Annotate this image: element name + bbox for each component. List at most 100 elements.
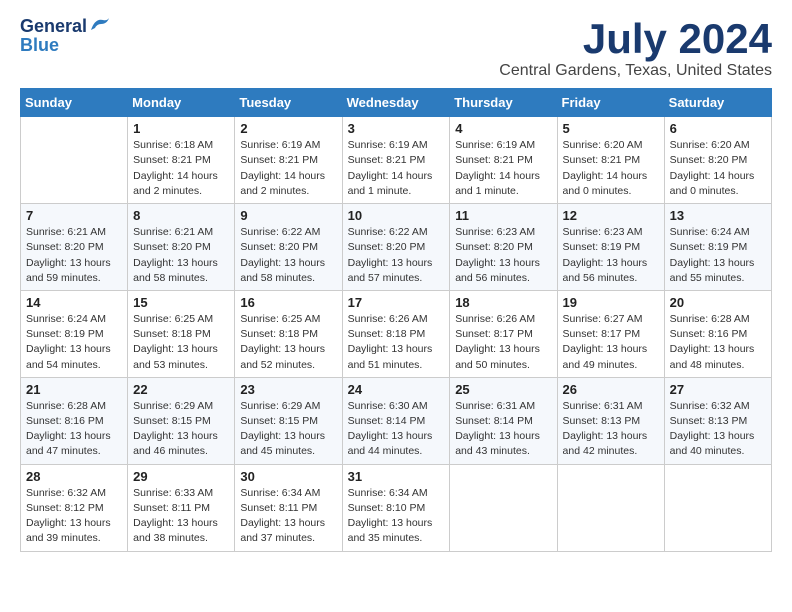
calendar-table: SundayMondayTuesdayWednesdayThursdayFrid…	[20, 88, 772, 551]
day-info: Sunrise: 6:34 AMSunset: 8:10 PMDaylight:…	[348, 486, 445, 547]
day-number: 20	[670, 295, 766, 310]
logo-line1: General	[20, 16, 111, 36]
day-number: 10	[348, 208, 445, 223]
day-number: 31	[348, 469, 445, 484]
calendar-cell: 29Sunrise: 6:33 AMSunset: 8:11 PMDayligh…	[128, 464, 235, 551]
day-info: Sunrise: 6:20 AMSunset: 8:21 PMDaylight:…	[563, 138, 659, 199]
day-info: Sunrise: 6:32 AMSunset: 8:13 PMDaylight:…	[670, 399, 766, 460]
day-info: Sunrise: 6:19 AMSunset: 8:21 PMDaylight:…	[348, 138, 445, 199]
day-number: 28	[26, 469, 122, 484]
month-year-title: July 2024	[499, 16, 772, 62]
day-info: Sunrise: 6:24 AMSunset: 8:19 PMDaylight:…	[670, 225, 766, 286]
day-info: Sunrise: 6:23 AMSunset: 8:19 PMDaylight:…	[563, 225, 659, 286]
title-block: July 2024 Central Gardens, Texas, United…	[499, 16, 772, 80]
calendar-cell	[664, 464, 771, 551]
day-number: 23	[240, 382, 336, 397]
day-number: 17	[348, 295, 445, 310]
day-number: 25	[455, 382, 551, 397]
day-number: 14	[26, 295, 122, 310]
day-number: 6	[670, 121, 766, 136]
day-number: 16	[240, 295, 336, 310]
day-info: Sunrise: 6:22 AMSunset: 8:20 PMDaylight:…	[240, 225, 336, 286]
day-info: Sunrise: 6:23 AMSunset: 8:20 PMDaylight:…	[455, 225, 551, 286]
calendar-cell: 19 Sunrise: 6:27 AMSunset: 8:17 PMDayligh…	[557, 290, 664, 377]
calendar-cell: 3 Sunrise: 6:19 AMSunset: 8:21 PMDaylight…	[342, 117, 450, 204]
day-number: 9	[240, 208, 336, 223]
calendar-cell: 1Sunrise: 6:18 AMSunset: 8:21 PMDaylight…	[128, 117, 235, 204]
day-number: 7	[26, 208, 122, 223]
day-number: 11	[455, 208, 551, 223]
calendar-cell	[557, 464, 664, 551]
calendar-cell: 8 Sunrise: 6:21 AMSunset: 8:20 PMDaylight…	[128, 204, 235, 291]
day-number: 1	[133, 121, 229, 136]
calendar-week-row: 14 Sunrise: 6:24 AMSunset: 8:19 PMDayligh…	[21, 290, 772, 377]
calendar-cell: 10 Sunrise: 6:22 AMSunset: 8:20 PMDayligh…	[342, 204, 450, 291]
logo: General Blue	[20, 16, 111, 54]
calendar-cell: 12 Sunrise: 6:23 AMSunset: 8:19 PMDayligh…	[557, 204, 664, 291]
header-monday: Monday	[128, 89, 235, 117]
day-info: Sunrise: 6:25 AMSunset: 8:18 PMDaylight:…	[240, 312, 336, 373]
day-number: 4	[455, 121, 551, 136]
calendar-cell: 26 Sunrise: 6:31 AMSunset: 8:13 PMDayligh…	[557, 377, 664, 464]
day-number: 13	[670, 208, 766, 223]
calendar-header-row: SundayMondayTuesdayWednesdayThursdayFrid…	[21, 89, 772, 117]
header-friday: Friday	[557, 89, 664, 117]
day-number: 26	[563, 382, 659, 397]
day-info: Sunrise: 6:26 AMSunset: 8:18 PMDaylight:…	[348, 312, 445, 373]
day-info: Sunrise: 6:31 AMSunset: 8:13 PMDaylight:…	[563, 399, 659, 460]
calendar-week-row: 1Sunrise: 6:18 AMSunset: 8:21 PMDaylight…	[21, 117, 772, 204]
calendar-cell: 27 Sunrise: 6:32 AMSunset: 8:13 PMDayligh…	[664, 377, 771, 464]
calendar-cell: 2 Sunrise: 6:19 AMSunset: 8:21 PMDaylight…	[235, 117, 342, 204]
calendar-cell: 11 Sunrise: 6:23 AMSunset: 8:20 PMDayligh…	[450, 204, 557, 291]
day-info: Sunrise: 6:29 AMSunset: 8:15 PMDaylight:…	[133, 399, 229, 460]
calendar-cell	[21, 117, 128, 204]
day-number: 12	[563, 208, 659, 223]
day-number: 5	[563, 121, 659, 136]
calendar-cell: 6Sunrise: 6:20 AMSunset: 8:20 PMDaylight…	[664, 117, 771, 204]
day-number: 27	[670, 382, 766, 397]
calendar-cell: 22 Sunrise: 6:29 AMSunset: 8:15 PMDayligh…	[128, 377, 235, 464]
calendar-cell: 25 Sunrise: 6:31 AMSunset: 8:14 PMDayligh…	[450, 377, 557, 464]
calendar-cell: 24 Sunrise: 6:30 AMSunset: 8:14 PMDayligh…	[342, 377, 450, 464]
location-subtitle: Central Gardens, Texas, United States	[499, 62, 772, 80]
day-info: Sunrise: 6:21 AMSunset: 8:20 PMDaylight:…	[26, 225, 122, 286]
day-info: Sunrise: 6:28 AMSunset: 8:16 PMDaylight:…	[26, 399, 122, 460]
calendar-cell: 15Sunrise: 6:25 AMSunset: 8:18 PMDayligh…	[128, 290, 235, 377]
day-number: 22	[133, 382, 229, 397]
day-number: 2	[240, 121, 336, 136]
day-info: Sunrise: 6:30 AMSunset: 8:14 PMDaylight:…	[348, 399, 445, 460]
day-info: Sunrise: 6:34 AMSunset: 8:11 PMDaylight:…	[240, 486, 336, 547]
calendar-cell: 17 Sunrise: 6:26 AMSunset: 8:18 PMDayligh…	[342, 290, 450, 377]
day-number: 8	[133, 208, 229, 223]
calendar-cell: 31 Sunrise: 6:34 AMSunset: 8:10 PMDayligh…	[342, 464, 450, 551]
header-thursday: Thursday	[450, 89, 557, 117]
calendar-week-row: 28Sunrise: 6:32 AMSunset: 8:12 PMDayligh…	[21, 464, 772, 551]
day-info: Sunrise: 6:31 AMSunset: 8:14 PMDaylight:…	[455, 399, 551, 460]
day-number: 21	[26, 382, 122, 397]
day-info: Sunrise: 6:24 AMSunset: 8:19 PMDaylight:…	[26, 312, 122, 373]
calendar-cell	[450, 464, 557, 551]
day-info: Sunrise: 6:26 AMSunset: 8:17 PMDaylight:…	[455, 312, 551, 373]
calendar-cell: 28Sunrise: 6:32 AMSunset: 8:12 PMDayligh…	[21, 464, 128, 551]
day-info: Sunrise: 6:27 AMSunset: 8:17 PMDaylight:…	[563, 312, 659, 373]
day-info: Sunrise: 6:29 AMSunset: 8:15 PMDaylight:…	[240, 399, 336, 460]
calendar-cell: 21 Sunrise: 6:28 AMSunset: 8:16 PMDayligh…	[21, 377, 128, 464]
calendar-cell: 30Sunrise: 6:34 AMSunset: 8:11 PMDayligh…	[235, 464, 342, 551]
day-info: Sunrise: 6:22 AMSunset: 8:20 PMDaylight:…	[348, 225, 445, 286]
day-info: Sunrise: 6:33 AMSunset: 8:11 PMDaylight:…	[133, 486, 229, 547]
day-number: 19	[563, 295, 659, 310]
day-info: Sunrise: 6:19 AMSunset: 8:21 PMDaylight:…	[240, 138, 336, 199]
calendar-cell: 23 Sunrise: 6:29 AMSunset: 8:15 PMDayligh…	[235, 377, 342, 464]
logo-bird-icon	[89, 16, 111, 34]
calendar-cell: 5 Sunrise: 6:20 AMSunset: 8:21 PMDaylight…	[557, 117, 664, 204]
day-number: 3	[348, 121, 445, 136]
header-sunday: Sunday	[21, 89, 128, 117]
calendar-cell: 9 Sunrise: 6:22 AMSunset: 8:20 PMDaylight…	[235, 204, 342, 291]
day-info: Sunrise: 6:28 AMSunset: 8:16 PMDaylight:…	[670, 312, 766, 373]
day-info: Sunrise: 6:21 AMSunset: 8:20 PMDaylight:…	[133, 225, 229, 286]
header-wednesday: Wednesday	[342, 89, 450, 117]
page-header: General Blue July 2024 Central Gardens, …	[20, 16, 772, 80]
calendar-cell: 20 Sunrise: 6:28 AMSunset: 8:16 PMDayligh…	[664, 290, 771, 377]
day-number: 24	[348, 382, 445, 397]
day-number: 15	[133, 295, 229, 310]
